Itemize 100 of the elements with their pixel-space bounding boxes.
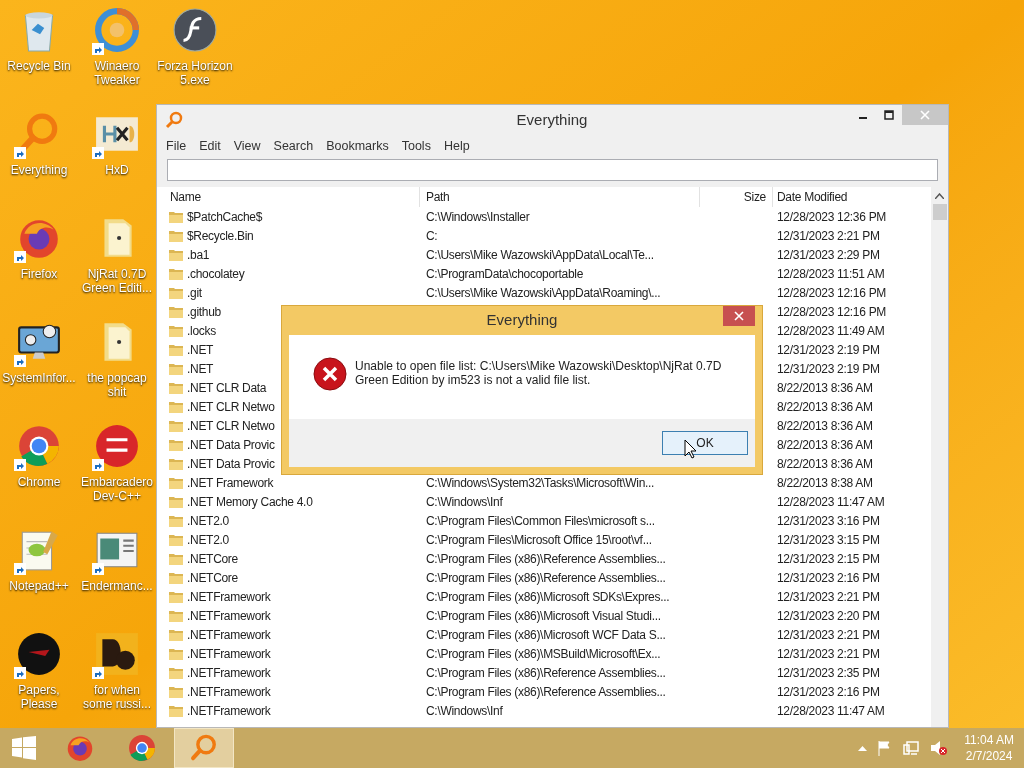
folder-icon — [169, 495, 183, 508]
date-modified: 12/28/2023 11:49 AM — [776, 322, 885, 340]
scrollbar[interactable] — [931, 187, 948, 727]
folder-icon — [169, 590, 183, 603]
chrome-icon — [16, 423, 62, 469]
folder-icon — [169, 457, 183, 470]
column-header[interactable]: Name — [157, 187, 420, 207]
search-field[interactable] — [167, 159, 938, 181]
windows-logo-icon — [12, 736, 36, 760]
error-message: Unable to open file list: C:\Users\Mike Wazowski\Desktop\NjRat 0.7D Green Edition by im523 is not a valid file list. — [355, 359, 723, 387]
desktop-icon[interactable]: Forza Horizon 5.exe — [156, 0, 234, 87]
file-path: C: — [426, 228, 438, 243]
icon-label: Endermanc... — [80, 579, 154, 593]
file-name: .NETFramework — [187, 702, 271, 720]
desktop-icon[interactable]: Embarcadero Dev-C++ — [78, 416, 156, 503]
date-modified: 8/22/2013 8:36 AM — [776, 417, 873, 435]
folder-icon — [169, 419, 183, 432]
date-modified: 12/31/2023 2:19 PM — [776, 360, 880, 378]
file-path: C:\Program Files (x86)\Microsoft SDKs\Expres... — [426, 589, 670, 604]
date-modified: 12/28/2023 11:51 AM — [776, 265, 885, 283]
clock-time: 11:04 AM — [964, 732, 1014, 748]
desktop-icon[interactable]: Firefox — [0, 208, 78, 281]
icon-label: the popcap shit — [86, 371, 148, 399]
icon-label: Papers, Please — [17, 683, 61, 711]
folder-icon — [169, 571, 183, 584]
folder-icon — [169, 400, 183, 413]
column-header[interactable]: Date Modified — [773, 187, 931, 207]
folder-icon — [169, 647, 183, 660]
date-modified: 12/31/2023 2:29 PM — [776, 246, 880, 264]
taskbar-app[interactable] — [174, 728, 234, 768]
folder-icon — [169, 533, 183, 546]
folder-icon — [169, 685, 183, 698]
menu-item[interactable]: Search — [273, 136, 314, 156]
scroll-up-icon — [935, 193, 944, 199]
flash-player-icon — [172, 7, 218, 53]
date-modified: 12/31/2023 3:16 PM — [776, 512, 880, 530]
dialog-title: Everything — [486, 310, 558, 331]
file-name: .ba1 — [187, 246, 210, 264]
column-header[interactable]: Path — [420, 187, 700, 207]
window-title: Everything — [515, 109, 589, 130]
file-path: C:\Program Files\Common Files\microsoft s... — [426, 513, 655, 528]
desktop-icon[interactable]: Winaero Tweaker — [78, 0, 156, 87]
file-name: .NETFramework — [187, 626, 271, 644]
desktop-icon[interactable]: the popcap shit — [78, 312, 156, 399]
icon-label: Chrome — [16, 475, 62, 489]
desktop-icon[interactable]: Papers, Please — [0, 624, 78, 711]
desktop-icon[interactable]: Chrome — [0, 416, 78, 489]
icon-label: Embarcadero Dev-C++ — [79, 475, 154, 503]
menu-item[interactable]: Help — [443, 136, 470, 156]
desktop-icon[interactable]: HxD — [78, 104, 156, 177]
menu-item[interactable]: View — [233, 136, 261, 156]
icon-label: Forza Horizon 5.exe — [156, 59, 234, 87]
folder-icon — [169, 305, 183, 318]
desktop-icon[interactable]: NjRat 0.7D Green Editi... — [78, 208, 156, 295]
menu-item[interactable]: File — [166, 136, 187, 156]
icon-label: Winaero Tweaker — [93, 59, 141, 87]
file-name: .NETCore — [187, 569, 238, 587]
file-path: C:\Users\Mike Wazowski\AppData\Roaming\... — [426, 285, 661, 300]
menu-item[interactable]: Edit — [199, 136, 221, 156]
date-modified: 12/31/2023 2:21 PM — [776, 588, 880, 606]
folder-icon — [169, 324, 183, 337]
desktop-icon[interactable]: Everything — [0, 104, 78, 177]
ok-button[interactable]: OK — [662, 431, 748, 455]
folder-icon — [169, 609, 183, 622]
file-name: .NETFramework — [187, 588, 271, 606]
date-modified: 8/22/2013 8:36 AM — [776, 436, 873, 454]
clock-date: 2/7/2024 — [965, 748, 1013, 764]
desktop-icon[interactable]: for when some russi... — [78, 624, 156, 711]
file-name: .NET — [187, 341, 214, 359]
folder-icon — [169, 552, 183, 565]
disc-icon — [16, 631, 62, 677]
tile-logo-icon — [94, 631, 140, 677]
scroll-thumb[interactable] — [932, 204, 947, 220]
file-name: .NET Data Provic — [187, 436, 275, 454]
chrome-icon — [127, 733, 157, 763]
file-path: C:\Program Files (x86)\MSBuild\Microsoft\Ex... — [426, 646, 661, 661]
file-name: .NET2.0 — [187, 512, 229, 530]
file-path: C:\Program Files (x86)\Microsoft Visual Studi... — [426, 608, 661, 623]
desktop-icon[interactable]: SystemInfor... — [0, 312, 78, 385]
date-modified: 12/28/2023 11:47 AM — [776, 702, 885, 720]
desktop-icon[interactable]: Endermanc... — [78, 520, 156, 593]
column-header[interactable]: Size — [700, 187, 773, 207]
date-modified: 12/31/2023 2:16 PM — [776, 683, 880, 701]
file-name: .NET CLR Netwo — [187, 398, 275, 416]
menu-item[interactable]: Bookmarks — [326, 136, 389, 156]
menu-item[interactable]: Tools — [401, 136, 431, 156]
icon-label: HxD — [104, 163, 130, 177]
file-name: .NETFramework — [187, 683, 271, 701]
close-icon — [920, 110, 930, 120]
maximize-icon — [884, 110, 894, 120]
magnifier-icon — [189, 733, 219, 763]
icon-label: Everything — [9, 163, 69, 177]
folder-icon — [169, 286, 183, 299]
date-modified: 12/28/2023 11:47 AM — [776, 493, 885, 511]
desktop-icon[interactable]: Recycle Bin — [0, 0, 78, 73]
desktop-icon[interactable]: Notepad++ — [0, 520, 78, 593]
file-name: .NET CLR Data — [187, 379, 267, 397]
minimize-icon — [859, 117, 867, 119]
date-modified: 12/31/2023 2:16 PM — [776, 569, 880, 587]
close-button[interactable] — [723, 306, 755, 326]
